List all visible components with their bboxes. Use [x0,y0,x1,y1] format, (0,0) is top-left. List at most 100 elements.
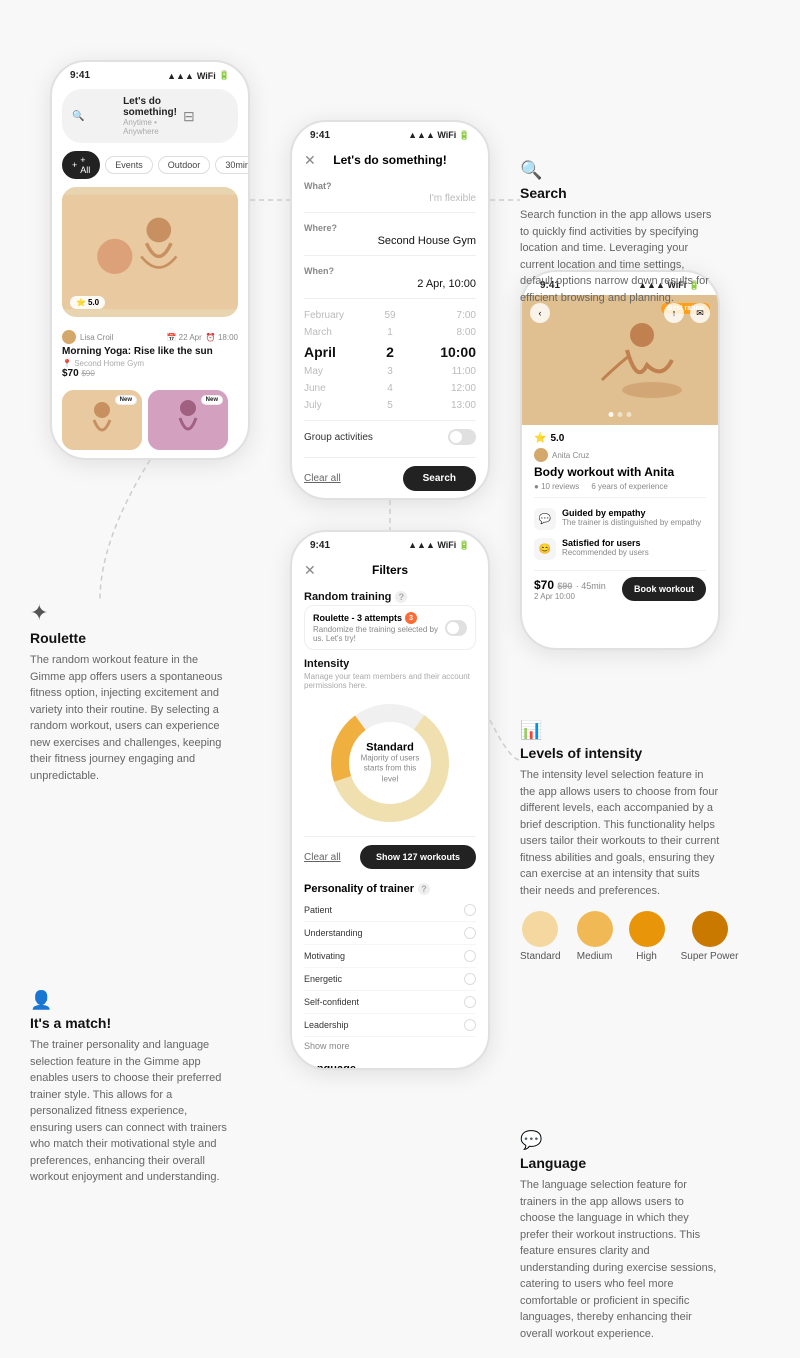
chip-outdoor[interactable]: Outdoor [158,156,211,174]
radio-patient[interactable] [464,904,476,916]
chip-all[interactable]: + + All [62,151,100,179]
match-feature-icon: 👤 [30,990,280,1011]
phone-workout-detail: 9:41 ▲▲▲ WiFi 🔋 Best rating ‹ [520,270,720,650]
feature-rows: 💬 Guided by empathy The trainer is disti… [534,497,706,570]
card-title: Morning Yoga: Rise like the sun [62,346,238,357]
what-label: What? [304,181,476,191]
feature-satisfied: 😊 Satisfied for users Recommended by use… [534,534,706,564]
search-feature-title: Search [520,185,740,201]
mini-card-2[interactable]: New [148,390,228,450]
detail-meta: ● 10 reviews 6 years of experience [534,482,706,491]
mini-card-1[interactable]: New [62,390,142,450]
date-row-mar: March18:00 [304,324,476,341]
search-feature-desc: Search function in the app allows users … [520,207,720,306]
filters-header: ✕ Filters [304,555,476,583]
phone-search: 9:41 ▲▲▲ WiFi 🔋 ✕ Let's do something! Wh… [290,120,490,500]
show-more-traits[interactable]: Show more [304,1037,476,1055]
match-feature-block: 👤 It's a match! The trainer personality … [30,990,280,1186]
chip-events[interactable]: Events [105,156,153,174]
filter-actions: Clear all Show 127 workouts [304,836,476,877]
when-field[interactable]: When? 2 Apr, 10:00 [304,258,476,299]
personality-section: Personality of trainer ? Patient Underst… [292,883,488,1068]
trait-patient[interactable]: Patient [304,899,476,922]
radio-understanding[interactable] [464,927,476,939]
trait-understanding[interactable]: Understanding [304,922,476,945]
what-value: I'm flexible [304,193,476,204]
trait-selfconfident[interactable]: Self-confident [304,991,476,1014]
filters-close-button[interactable]: ✕ [304,562,316,579]
trait-energetic[interactable]: Energetic [304,968,476,991]
status-bar-2: 9:41 ▲▲▲ WiFi 🔋 [292,122,488,145]
message-button[interactable]: ✉ [690,303,710,323]
intensity-standard: Standard [520,911,561,962]
book-workout-button[interactable]: Book workout [622,577,706,601]
intensity-circles: Standard Medium High Super Power [520,911,760,962]
satisfied-icon: 😊 [534,538,556,560]
what-field[interactable]: What? I'm flexible [304,173,476,213]
donut-center: Standard Majority of users starts from t… [358,741,423,784]
card-location: 📍 Second Home Gym [62,359,238,368]
roulette-row[interactable]: Roulette - 3 attempts 3 Randomize the tr… [304,605,476,650]
show-workouts-button[interactable]: Show 127 workouts [360,845,476,869]
status-bar-3: 9:41 ▲▲▲ WiFi 🔋 [292,532,488,555]
language-feature-title: Language [520,1155,770,1171]
main-workout-card[interactable]: Best rating ⭐5.0 [62,187,238,317]
radio-leadership[interactable] [464,1019,476,1031]
search-feature-icon: 🔍 [520,160,740,181]
trainer-name: Lisa Croil [80,333,113,342]
status-time-1: 9:41 [70,70,90,81]
share-button[interactable]: ↑ [664,303,684,323]
hero-nav: ‹ [530,303,550,323]
date-row-apr[interactable]: April210:00 [304,341,476,363]
donut-chart[interactable]: Standard Majority of users starts from t… [304,698,476,828]
workout-hero-image: Best rating ‹ ↑ ✉ [522,295,718,425]
language-feature-desc: The language selection feature for train… [520,1177,720,1342]
close-button[interactable]: ✕ [304,152,316,169]
match-feature-desc: The trainer personality and language sel… [30,1037,230,1186]
search-icon: 🔍 [72,111,117,122]
levels-feature-desc: The intensity level selection feature in… [520,767,720,899]
date-picker[interactable]: February597:00 March18:00 April210:00 Ma… [304,301,476,420]
intensity-circle-medium [577,911,613,947]
hero-action-buttons: ↑ ✉ [664,303,710,323]
search-button[interactable]: Search [403,466,476,491]
chip-30min[interactable]: 30min [215,156,248,174]
card-info: Lisa Croil 📅 22 Apr ⏰ 18:00 Morning Yoga… [62,325,238,384]
home-search-bar[interactable]: 🔍 Let's do something! Anytime • Anywhere… [62,89,238,143]
phone-filters: 9:41 ▲▲▲ WiFi 🔋 ✕ Filters Random trainin… [290,530,490,1070]
levels-feature-title: Levels of intensity [520,745,760,761]
roulette-feature-block: ✦ Roulette The random workout feature in… [30,600,260,784]
when-value: 2 Apr, 10:00 [304,278,476,290]
radio-selfconfident[interactable] [464,996,476,1008]
roulette-feature-icon: ✦ [30,600,260,626]
filter-chips: + + All Events Outdoor 30min [62,151,238,179]
trait-leadership[interactable]: Leadership [304,1014,476,1037]
detail-workout-title: Body workout with Anita [534,465,706,479]
where-label: Where? [304,223,476,233]
clear-button[interactable]: Clear all [304,473,341,484]
roulette-badge: 3 [405,612,417,624]
image-dots [609,412,632,417]
roulette-toggle[interactable] [445,620,467,636]
booking-price: $70 $90 · 45min [534,578,606,592]
intensity-superpower: Super Power [681,911,739,962]
status-bar-1: 9:41 ▲▲▲ WiFi 🔋 [52,62,248,85]
radio-motivating[interactable] [464,950,476,962]
status-time-3: 9:41 [310,540,330,551]
search-feature-block: 🔍 Search Search function in the app allo… [520,160,740,306]
group-activities-toggle[interactable]: Group activities [304,420,476,453]
mini-cards-row: New New [62,390,238,450]
radio-energetic[interactable] [464,973,476,985]
feature-empathy: 💬 Guided by empathy The trainer is disti… [534,504,706,534]
status-icons-1: ▲▲▲ WiFi 🔋 [167,70,230,81]
filters-clear-button[interactable]: Clear all [304,852,341,863]
intensity-high: High [629,911,665,962]
status-icons-2: ▲▲▲ WiFi 🔋 [408,130,470,141]
back-button[interactable]: ‹ [530,303,550,323]
filter-icon[interactable]: ⊟ [183,108,228,125]
where-field[interactable]: Where? Second House Gym [304,215,476,256]
toggle-switch[interactable] [448,429,476,445]
trait-motivating[interactable]: Motivating [304,945,476,968]
date-row-may: May311:00 [304,363,476,380]
personality-info-icon: ? [418,883,430,895]
